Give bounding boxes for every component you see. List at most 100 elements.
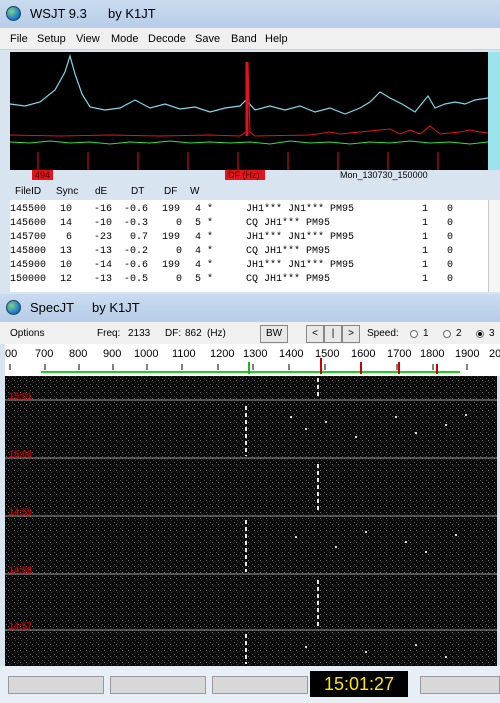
decode-mark: * (207, 204, 214, 215)
decode-c1: 1 (422, 218, 429, 229)
specjt-titlebar[interactable]: SpecJT by K1JT (0, 294, 500, 322)
menu-help[interactable]: Help (265, 33, 288, 45)
scale-ticks-svg (9, 358, 468, 374)
gain-slider[interactable] (212, 676, 308, 694)
decode-de: -16 (94, 204, 113, 215)
contrast-slider[interactable] (110, 676, 206, 694)
menu-mode[interactable]: Mode (111, 33, 139, 45)
decode-sync: 13 (60, 246, 73, 257)
brightness-slot (8, 676, 104, 694)
spectrum-red-trace (9, 61, 489, 137)
speed-radio-2[interactable] (443, 330, 451, 338)
decode-w: 4 (195, 204, 202, 215)
col-df: DF (164, 186, 178, 197)
menu-file[interactable]: File (10, 33, 28, 45)
app-globe-icon (6, 300, 21, 315)
speed-radio-3[interactable] (476, 330, 484, 338)
col-sync: Sync (56, 186, 79, 197)
decode-message: CQ JH1*** PM95 (246, 218, 331, 229)
decode-w: 5 (195, 274, 202, 285)
decode-message: CQ JH1*** PM95 (246, 274, 331, 285)
menu-setup[interactable]: Setup (37, 33, 66, 45)
menu-band[interactable]: Band (231, 33, 257, 45)
decode-scrollbar[interactable] (488, 200, 500, 292)
decode-de: -14 (94, 260, 113, 271)
menu-save[interactable]: Save (195, 33, 220, 45)
spectrum-plot[interactable] (9, 52, 489, 170)
speed-label: Speed: (367, 328, 399, 339)
wsjt-titlebar[interactable]: WSJT 9.3 by K1JT (0, 0, 500, 28)
bw-button[interactable]: BW (260, 325, 288, 343)
waterfall-time-label: 15:00 (9, 449, 33, 459)
decode-row[interactable]: 145600 14 -10 -0.3 0 5 * CQ JH1*** PM95 … (10, 218, 488, 231)
nav-right-button[interactable]: > (342, 325, 360, 343)
wsjt-byline: by K1JT (108, 6, 156, 21)
decode-dt: 0.7 (130, 232, 149, 243)
nav-mid-button[interactable]: | (324, 325, 342, 343)
decode-w: 5 (195, 218, 202, 229)
decode-fileid: 145800 (10, 246, 47, 257)
decode-df: 0 (176, 218, 183, 229)
frequency-scale[interactable]: 00 700 800 900 1000 1100 1200 1300 1400 … (5, 344, 500, 376)
decode-mark: * (207, 260, 214, 271)
wsjt-menubar: File Setup View Mode Decode Save Band He… (0, 28, 500, 50)
wsjt-title: WSJT 9.3 (30, 6, 87, 21)
freq-value: 2133 (128, 328, 151, 339)
speed-option-3: 3 (489, 328, 495, 339)
waterfall-time-label: 15:01 (9, 391, 33, 401)
decode-fileid: 145600 (10, 218, 47, 229)
decode-dt: -0.6 (124, 204, 149, 215)
decode-dt: -0.2 (124, 246, 149, 257)
speed-radio-1[interactable] (410, 330, 418, 338)
specjt-byline: by K1JT (92, 300, 140, 315)
decode-sync: 14 (60, 218, 73, 229)
decode-mark: * (207, 246, 214, 257)
decode-c2: 0 (447, 232, 454, 243)
nav-left-button[interactable]: < (306, 325, 324, 343)
decode-df: 199 (162, 260, 181, 271)
spectrum-ticks (37, 152, 439, 170)
decode-row[interactable]: 145700 6 -23 0.7 199 4 * JH1*** JN1*** P… (10, 232, 488, 245)
decode-c2: 0 (447, 204, 454, 215)
df-value: 862 (185, 328, 202, 339)
decode-df: 0 (176, 274, 183, 285)
wsjt-window: WSJT 9.3 by K1JT File Setup View Mode De… (0, 0, 500, 294)
df-unit: (Hz) (207, 328, 226, 339)
decode-row[interactable]: 150000 12 -13 -0.5 0 5 * CQ JH1*** PM95 … (10, 274, 488, 287)
spectrum-green-trace (9, 140, 489, 145)
decode-row[interactable]: 145800 13 -13 -0.2 0 4 * CQ JH1*** PM95 … (10, 246, 488, 259)
decode-fileid: 145700 (10, 232, 47, 243)
decode-row[interactable]: 145500 10 -16 -0.6 199 4 * JH1*** JN1***… (10, 204, 488, 217)
decode-df: 199 (162, 232, 181, 243)
decode-c1: 1 (422, 232, 429, 243)
decode-fileid: 145900 (10, 260, 47, 271)
specjt-bottom-bar (0, 666, 500, 703)
decode-sync: 12 (60, 274, 73, 285)
decode-w: 4 (195, 260, 202, 271)
decode-sync: 10 (60, 204, 73, 215)
options-menu[interactable]: Options (10, 328, 44, 339)
decode-row[interactable]: 145900 10 -14 -0.6 199 4 * JH1*** JN1***… (10, 260, 488, 273)
specjt-title: SpecJT (30, 300, 75, 315)
decode-mark: * (207, 218, 214, 229)
decode-list[interactable]: 145500 10 -16 -0.6 199 4 * JH1*** JN1***… (10, 200, 488, 292)
decode-message: JH1*** JN1*** PM95 (246, 260, 355, 271)
decode-sync: 10 (60, 260, 73, 271)
specjt-window: SpecJT by K1JT Options Freq: 2133 DF: 86… (0, 294, 500, 703)
waterfall-svg (5, 376, 497, 666)
decode-sync: 6 (66, 232, 73, 243)
decode-fileid: 150000 (10, 274, 47, 285)
menu-view[interactable]: View (76, 33, 100, 45)
col-w: W (190, 186, 200, 197)
decode-c1: 1 (422, 204, 429, 215)
menu-decode[interactable]: Decode (148, 33, 186, 45)
spectrum-side-strip (488, 52, 500, 170)
decode-df: 0 (176, 246, 183, 257)
decode-c1: 1 (422, 260, 429, 271)
decode-c2: 0 (447, 274, 454, 285)
specjt-waterfall[interactable]: 15:01 15:00 14:59 14:58 14:57 (5, 376, 497, 666)
decode-message: CQ JH1*** PM95 (246, 246, 331, 257)
zero-slider[interactable] (420, 676, 500, 694)
waterfall-time-label: 14:57 (9, 621, 33, 631)
waterfall-time-label: 14:59 (9, 507, 33, 517)
